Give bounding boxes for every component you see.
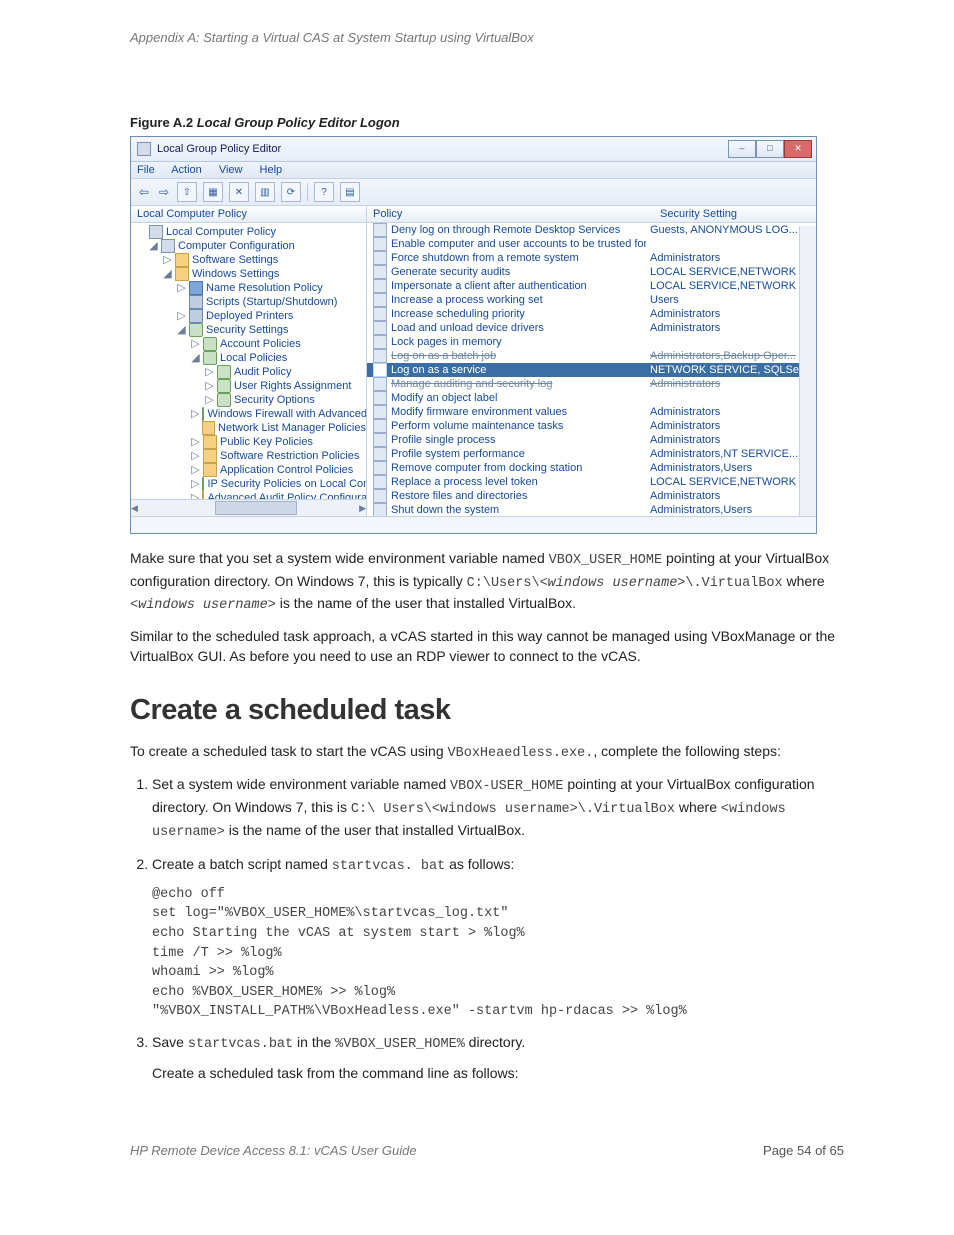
statusbar xyxy=(131,516,816,533)
tree-node[interactable]: ◢Local Policies xyxy=(135,351,366,365)
tree-node[interactable]: ▷Public Key Policies xyxy=(135,435,366,449)
filter-button[interactable]: ▤ xyxy=(340,182,360,202)
policy-row[interactable]: Shut down the systemAdministrators,Users xyxy=(367,503,816,516)
policy-row[interactable]: Load and unload device driversAdministra… xyxy=(367,321,816,335)
batch-script: @echo off set log="%VBOX_USER_HOME%\star… xyxy=(152,885,844,1022)
close-button[interactable]: ✕ xyxy=(784,140,812,158)
tree-pane[interactable]: Local Computer Policy Local Computer Pol… xyxy=(131,206,367,516)
policy-row[interactable]: Manage auditing and security logAdminist… xyxy=(367,377,816,391)
para-env-var: Make sure that you set a system wide env… xyxy=(130,548,844,616)
appendix-header: Appendix A: Starting a Virtual CAS at Sy… xyxy=(130,30,844,45)
tree-node[interactable]: ▷Account Policies xyxy=(135,337,366,351)
figure-caption: Figure A.2 Local Group Policy Editor Log… xyxy=(130,115,844,130)
tree-node[interactable]: ▷Name Resolution Policy xyxy=(135,281,366,295)
list-pane[interactable]: Policy Security Setting Deny log on thro… xyxy=(367,206,816,516)
policy-row[interactable]: Profile single processAdministrators xyxy=(367,433,816,447)
policy-row[interactable]: Profile system performanceAdministrators… xyxy=(367,447,816,461)
back-button[interactable]: ⇦ xyxy=(137,183,151,201)
minimize-button[interactable]: – xyxy=(728,140,756,158)
tree-node[interactable]: ▷User Rights Assignment xyxy=(135,379,366,393)
policy-row[interactable]: Restore files and directoriesAdministrat… xyxy=(367,489,816,503)
tree-node[interactable]: ▷Deployed Printers xyxy=(135,309,366,323)
titlebar[interactable]: Local Group Policy Editor – □ ✕ xyxy=(131,137,816,162)
policy-row[interactable]: Increase scheduling priorityAdministrato… xyxy=(367,307,816,321)
step-3: Save startvcas.bat in the %VBOX_USER_HOM… xyxy=(152,1032,844,1084)
page-footer: HP Remote Device Access 8.1: vCAS User G… xyxy=(130,1143,844,1158)
figure-label: Figure A.2 xyxy=(130,115,193,130)
list-vscrollbar[interactable] xyxy=(799,226,816,516)
policy-row[interactable]: Log on as a serviceNETWORK SERVICE, SQLS… xyxy=(367,363,816,377)
app-icon xyxy=(137,142,151,156)
tree-node[interactable]: Network List Manager Policies xyxy=(135,421,366,435)
steps-list: Set a system wide environment variable n… xyxy=(130,774,844,1083)
col-policy[interactable]: Policy xyxy=(373,208,660,220)
footer-page-number: Page 54 of 65 xyxy=(763,1143,844,1158)
policy-row[interactable]: Perform volume maintenance tasksAdminist… xyxy=(367,419,816,433)
tree-node[interactable]: ◢Windows Settings xyxy=(135,267,366,281)
menu-action[interactable]: Action xyxy=(171,164,202,176)
menu-file[interactable]: File xyxy=(137,164,155,176)
policy-row[interactable]: Log on as a batch jobAdministrators,Back… xyxy=(367,349,816,363)
figure-title: Local Group Policy Editor Logon xyxy=(197,115,400,130)
footer-doc-title: HP Remote Device Access 8.1: vCAS User G… xyxy=(130,1143,417,1158)
forward-button[interactable]: ⇨ xyxy=(157,183,171,201)
policy-row[interactable]: Replace a process level tokenLOCAL SERVI… xyxy=(367,475,816,489)
tree-node[interactable]: Scripts (Startup/Shutdown) xyxy=(135,295,366,309)
delete-button[interactable]: ✕ xyxy=(229,182,249,202)
menubar[interactable]: File Action View Help xyxy=(131,162,816,179)
policy-row[interactable]: Impersonate a client after authenticatio… xyxy=(367,279,816,293)
policy-row[interactable]: Remove computer from docking stationAdmi… xyxy=(367,461,816,475)
menu-view[interactable]: View xyxy=(219,164,243,176)
tree-header[interactable]: Local Computer Policy xyxy=(131,206,366,223)
col-security[interactable]: Security Setting xyxy=(660,208,810,220)
policy-row[interactable]: Modify firmware environment valuesAdmini… xyxy=(367,405,816,419)
tree-node[interactable]: ▷Security Options xyxy=(135,393,366,407)
para-rdp-note: Similar to the scheduled task approach, … xyxy=(130,626,844,667)
heading-create-task: Create a scheduled task xyxy=(130,694,844,727)
policy-row[interactable]: Lock pages in memory xyxy=(367,335,816,349)
tree-node[interactable]: ▷Software Restriction Policies xyxy=(135,449,366,463)
refresh-button[interactable]: ⟳ xyxy=(281,182,301,202)
maximize-button[interactable]: □ xyxy=(756,140,784,158)
help-button[interactable]: ? xyxy=(314,182,334,202)
tree-node[interactable]: ▷Audit Policy xyxy=(135,365,366,379)
menu-help[interactable]: Help xyxy=(260,164,283,176)
policy-row[interactable]: Enable computer and user accounts to be … xyxy=(367,237,816,251)
tree-node[interactable]: ◢Computer Configuration xyxy=(135,239,366,253)
list-header[interactable]: Policy Security Setting xyxy=(367,206,816,223)
policy-row[interactable]: Deny log on through Remote Desktop Servi… xyxy=(367,223,816,237)
tree-node[interactable]: Local Computer Policy xyxy=(135,225,366,239)
tree-node[interactable]: ▷Application Control Policies xyxy=(135,463,366,477)
tree-node[interactable]: ▷Windows Firewall with Advanced Secu xyxy=(135,407,366,421)
step-1: Set a system wide environment variable n… xyxy=(152,774,844,844)
policy-row[interactable]: Force shutdown from a remote systemAdmin… xyxy=(367,251,816,265)
tree-hscrollbar[interactable]: ◀▶ xyxy=(131,499,366,516)
policy-row[interactable]: Increase a process working setUsers xyxy=(367,293,816,307)
tree-node[interactable]: ▷Software Settings xyxy=(135,253,366,267)
show-button[interactable]: ▦ xyxy=(203,182,223,202)
step-2: Create a batch script named startvcas. b… xyxy=(152,854,844,1022)
policy-row[interactable]: Generate security auditsLOCAL SERVICE,NE… xyxy=(367,265,816,279)
tree-node[interactable]: ◢Security Settings xyxy=(135,323,366,337)
gpedit-window: Local Group Policy Editor – □ ✕ File Act… xyxy=(130,136,817,534)
tree-node[interactable]: ▷IP Security Policies on Local Computer xyxy=(135,477,366,491)
window-title: Local Group Policy Editor xyxy=(157,143,722,155)
para-intro-steps: To create a scheduled task to start the … xyxy=(130,741,844,764)
toolbar: ⇦ ⇨ ⇧ ▦ ✕ ▥ ⟳ ? ▤ xyxy=(131,179,816,206)
properties-button[interactable]: ▥ xyxy=(255,182,275,202)
policy-row[interactable]: Modify an object label xyxy=(367,391,816,405)
up-button[interactable]: ⇧ xyxy=(177,182,197,202)
